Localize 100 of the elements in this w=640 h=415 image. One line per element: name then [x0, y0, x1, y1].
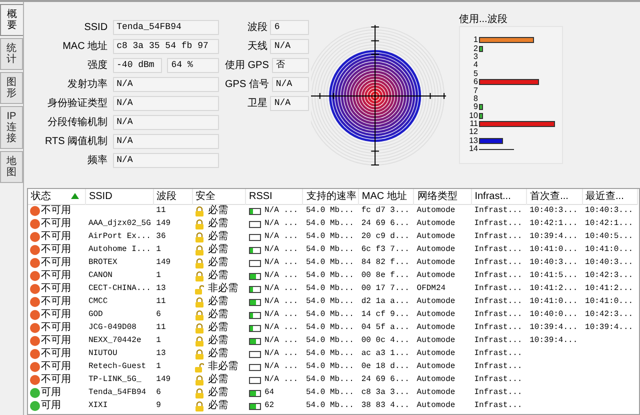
table-cell: 10:42:1... [585, 219, 634, 228]
table-cell: Infrast... [474, 271, 522, 280]
column-header[interactable]: 状态 [28, 189, 86, 204]
table-cell: 10:41:2... [530, 284, 578, 293]
column-header[interactable]: 最近查... [582, 189, 638, 204]
column-header[interactable]: 支持的速率 [302, 189, 358, 204]
table-cell: Infrast... [474, 388, 522, 397]
table-cell: 10:39:4... [530, 232, 578, 241]
table-cell: 149 [156, 375, 171, 384]
column-header[interactable]: RSSI [246, 189, 303, 204]
table-cell: 54.0 Mb... [306, 232, 354, 241]
table-cell: XIXI [88, 401, 108, 410]
table-cell: OFDM24 [416, 284, 446, 293]
column-header[interactable]: 安全 [192, 189, 246, 204]
status-text: 不可用 [41, 257, 71, 269]
axis-label: 8 [472, 94, 478, 103]
field-label: 强度 [86, 58, 108, 73]
table-cell: 24 69 6... [361, 375, 410, 384]
column-header[interactable]: SSID [85, 189, 154, 204]
security-text: 非必需 [208, 361, 238, 373]
axis-label: 3 [472, 52, 478, 61]
table-cell: ac a3 1... [361, 349, 410, 358]
table-cell: Infrast... [474, 258, 522, 267]
table-cell: 10:39:4... [530, 336, 578, 345]
status-text: 不可用 [41, 283, 71, 295]
table-cell: Automode [416, 258, 456, 267]
security-text: 必需 [208, 205, 228, 218]
table-cell: N/A ... [264, 218, 298, 230]
field-label: 身份验证类型 [46, 96, 108, 111]
table-cell: 54.0 Mb... [306, 323, 354, 332]
table-cell: 00 8e f... [361, 271, 410, 280]
chart-title: 使用...波段 [459, 14, 508, 26]
table-cell: Infrast... [474, 323, 522, 332]
table-cell: Infrast... [474, 284, 522, 293]
column-header[interactable]: MAC 地址 [358, 189, 414, 204]
signal-meter [248, 324, 260, 332]
table-cell: Infrast... [474, 362, 522, 371]
table-cell: 54.0 Mb... [306, 388, 354, 397]
table-cell: 10:40:3... [530, 258, 578, 267]
usage-line [479, 148, 514, 150]
table-cell: Automode [416, 323, 456, 332]
side-tab[interactable]: IP 连接 [0, 106, 23, 149]
field-label: 发射功率 [66, 78, 108, 92]
usage-bar [479, 46, 483, 52]
table-cell: NIUTOU [88, 349, 118, 358]
field-value: -40 dBm [112, 58, 162, 73]
side-tab[interactable]: 地图 [0, 151, 23, 183]
table-cell: 13 [156, 284, 166, 293]
side-tab[interactable]: 概要 [0, 4, 23, 36]
side-tab[interactable]: 图形 [0, 72, 23, 104]
table-cell: 10:42:1... [530, 219, 578, 228]
signal-meter [248, 298, 260, 306]
signal-meter [248, 208, 260, 215]
status-text: 不可用 [41, 205, 71, 218]
table-cell: 10:42:3... [585, 310, 634, 319]
status-text: 不可用 [41, 296, 71, 308]
table-cell: 6c f3 7... [361, 245, 410, 254]
table-cell: Tenda_54FB94 [88, 388, 146, 397]
field-label: RTS 阈值机制 [44, 134, 108, 149]
table-cell: 10:40:3... [585, 258, 634, 267]
table-cell: CANON [88, 271, 112, 280]
field-value: c8 3a 35 54 fb 97 [112, 39, 219, 54]
usage-bar [479, 138, 503, 144]
field-label: 使用 GPS [225, 59, 269, 73]
table-cell: fc d7 3... [361, 206, 410, 216]
usage-bar [479, 112, 483, 119]
table-cell: 62 [264, 400, 274, 412]
table-cell: N/A ... [264, 348, 298, 360]
field-value: 64 % [167, 58, 219, 73]
side-tab[interactable]: 统计 [0, 38, 23, 70]
security-text: 必需 [208, 387, 228, 399]
table-cell: Infrast... [474, 219, 522, 228]
column-header[interactable]: 波段 [153, 189, 192, 204]
column-header[interactable]: 首次查... [526, 189, 582, 204]
signal-meter [248, 312, 260, 318]
signal-meter [248, 286, 260, 292]
column-header[interactable]: Infrast... [471, 189, 527, 204]
table-cell: 10:41:0... [530, 297, 578, 306]
table-cell: 84 82 f... [361, 258, 410, 267]
column-header[interactable]: 网络类型 [414, 189, 472, 204]
axis-label: 1 [472, 36, 478, 44]
table-cell: N/A ... [264, 205, 298, 218]
signal-meter [248, 246, 260, 254]
table-cell: Automode [416, 297, 456, 306]
table-cell: Automode [416, 375, 456, 384]
security-text: 必需 [208, 270, 228, 282]
table-cell: Infrast... [474, 401, 522, 410]
axis-label: 6 [472, 78, 478, 86]
table-cell: NEXX_70442e [88, 336, 142, 345]
status-text: 不可用 [41, 244, 71, 256]
table-cell: 10:41:2... [585, 284, 634, 293]
field-value: Tenda_54FB94 [112, 20, 219, 35]
table-cell: Automode [416, 336, 456, 345]
table-cell: 54.0 Mb... [306, 375, 354, 384]
field-label: 卫星 [246, 97, 268, 111]
status-text: 可用 [41, 387, 61, 399]
table-cell: 54.0 Mb... [306, 310, 354, 319]
table-cell: 10:41:0... [530, 245, 578, 254]
usage-bar [479, 104, 483, 110]
field-value: N/A [270, 39, 309, 54]
